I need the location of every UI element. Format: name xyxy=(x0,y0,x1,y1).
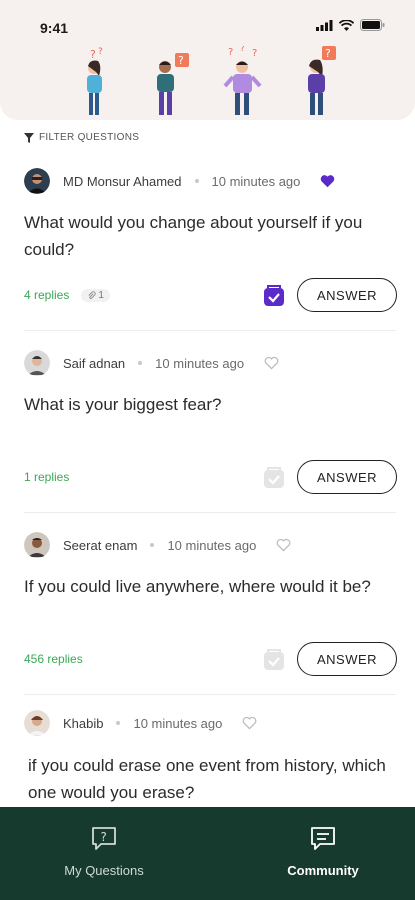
replies-count[interactable]: 4 replies xyxy=(24,288,69,302)
status-icons xyxy=(316,19,385,31)
post-time: 10 minutes ago xyxy=(211,173,301,189)
replies-row[interactable]: 456 replies xyxy=(24,652,83,666)
author-name[interactable]: Khabib xyxy=(63,716,103,731)
heart-outline-icon[interactable] xyxy=(264,356,279,370)
separator-dot xyxy=(194,179,199,183)
divider xyxy=(24,512,396,513)
question-meta: Seerat enam 10 minutes ago xyxy=(24,532,291,558)
svg-text:?: ? xyxy=(98,47,103,57)
replies-count[interactable]: 456 replies xyxy=(24,652,83,666)
nav-community[interactable]: Community xyxy=(243,825,403,878)
person-illustration: ? xyxy=(157,53,189,115)
question-text[interactable]: What would you change about yourself if … xyxy=(24,209,396,263)
separator-dot xyxy=(150,543,155,547)
question-text[interactable]: What is your biggest fear? xyxy=(24,391,396,418)
avatar[interactable] xyxy=(24,168,50,194)
avatar[interactable] xyxy=(24,532,50,558)
attachment-count: 1 xyxy=(98,289,104,301)
funnel-icon xyxy=(24,132,34,143)
separator-dot xyxy=(138,361,143,365)
author-name[interactable]: MD Monsur Ahamed xyxy=(63,174,182,189)
author-name[interactable]: Seerat enam xyxy=(63,538,137,553)
svg-text:?: ? xyxy=(101,830,107,844)
paperclip-icon xyxy=(88,290,96,299)
answer-button[interactable]: ANSWER xyxy=(297,460,397,494)
wifi-icon xyxy=(339,19,354,31)
header-illustration: 9:41 ? ? ? ? ? ? ? xyxy=(0,0,415,120)
heart-outline-icon[interactable] xyxy=(276,538,291,552)
bookmark-icon[interactable] xyxy=(263,649,285,671)
replies-row[interactable]: 4 replies 1 xyxy=(24,288,110,302)
avatar[interactable] xyxy=(24,710,50,736)
filter-questions-button[interactable]: FILTER QUESTIONS xyxy=(24,132,139,143)
svg-text:?: ? xyxy=(178,54,184,67)
divider xyxy=(24,694,396,695)
chat-bubble-icon xyxy=(311,827,335,850)
divider xyxy=(24,330,396,331)
svg-text:?: ? xyxy=(228,47,233,58)
question-meta: Saif adnan 10 minutes ago xyxy=(24,350,279,376)
post-time: 10 minutes ago xyxy=(133,715,223,731)
post-time: 10 minutes ago xyxy=(167,537,257,553)
question-bubble-icon: ? xyxy=(92,827,116,850)
bookmark-icon[interactable] xyxy=(263,467,285,489)
attachment-badge[interactable]: 1 xyxy=(81,288,110,302)
person-illustration: ? ? xyxy=(87,47,103,115)
answer-button[interactable]: ANSWER xyxy=(297,642,397,676)
nav-label: My Questions xyxy=(64,863,144,878)
answer-button[interactable]: ANSWER xyxy=(297,278,397,312)
svg-text:?: ? xyxy=(325,47,331,60)
battery-icon xyxy=(360,19,385,31)
question-text[interactable]: if you could erase one event from histor… xyxy=(28,752,400,806)
nav-my-questions[interactable]: ? My Questions xyxy=(24,825,184,878)
heart-filled-icon[interactable] xyxy=(320,174,335,188)
svg-text:?: ? xyxy=(240,46,245,54)
question-meta: Khabib 10 minutes ago xyxy=(24,710,257,736)
nav-label: Community xyxy=(287,863,359,878)
avatar[interactable] xyxy=(24,350,50,376)
replies-count[interactable]: 1 replies xyxy=(24,470,69,484)
bookmark-checked-icon[interactable] xyxy=(263,285,285,307)
question-meta: MD Monsur Ahamed 10 minutes ago xyxy=(24,168,335,194)
author-name[interactable]: Saif adnan xyxy=(63,356,125,371)
person-illustration: ? xyxy=(308,46,336,115)
heart-outline-icon[interactable] xyxy=(242,716,257,730)
status-time: 9:41 xyxy=(40,20,69,36)
filter-label: FILTER QUESTIONS xyxy=(39,132,140,143)
post-time: 10 minutes ago xyxy=(155,355,245,371)
svg-text:?: ? xyxy=(252,48,257,59)
signal-icon xyxy=(316,19,333,31)
svg-text:?: ? xyxy=(90,48,96,61)
question-text[interactable]: If you could live anywhere, where would … xyxy=(24,573,396,600)
bottom-navigation: ? My Questions Community xyxy=(0,807,415,900)
separator-dot xyxy=(116,721,121,725)
replies-row[interactable]: 1 replies xyxy=(24,470,69,484)
person-illustration: ? ? ? xyxy=(223,46,262,115)
